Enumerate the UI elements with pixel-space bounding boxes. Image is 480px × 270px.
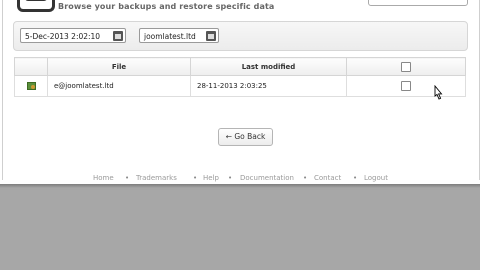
- calendar-icon[interactable]: [206, 31, 216, 41]
- table-header-row: File Last modified: [14, 57, 466, 76]
- footer-link-logout[interactable]: Logout: [364, 174, 388, 182]
- filter-toolbar: 5-Dec-2013 2:02:10 joomlatest.ltd: [13, 21, 468, 51]
- footer-separator-icon: •: [303, 174, 308, 182]
- page-content: Browse your backups and restore specific…: [0, 0, 480, 184]
- footer-link-home[interactable]: Home: [93, 174, 114, 182]
- footer-separator-icon: •: [228, 174, 233, 182]
- account-select-value: joomlatest.ltd: [144, 32, 196, 41]
- footer-link-help[interactable]: Help: [203, 174, 219, 182]
- app-logo-icon: [17, 0, 55, 12]
- select-all-checkbox[interactable]: [401, 61, 411, 72]
- column-header-icon: [14, 57, 48, 76]
- row-last-modified: 28-11-2013 2:03:25: [190, 75, 347, 97]
- account-select[interactable]: joomlatest.ltd: [139, 28, 219, 43]
- footer-link-contact[interactable]: Contact: [314, 174, 341, 182]
- row-checkbox[interactable]: [401, 81, 411, 91]
- page-bottom-shadow: [0, 184, 480, 188]
- footer-separator-icon: •: [353, 174, 358, 182]
- date-select-value: 5-Dec-2013 2:02:10: [25, 32, 101, 41]
- row-icon-cell: [14, 75, 48, 97]
- footer-nav: Home • Trademarks • Help • Documentation…: [0, 174, 480, 184]
- column-header-file: File: [47, 57, 191, 76]
- date-select[interactable]: 5-Dec-2013 2:02:10: [20, 28, 126, 43]
- row-checkbox-cell: [346, 75, 466, 97]
- footer-separator-icon: •: [193, 174, 198, 182]
- files-table: File Last modified e@joomlatest.ltd 28-1…: [14, 57, 466, 97]
- mouse-pointer-icon: [434, 85, 443, 100]
- footer-separator-icon: •: [125, 174, 130, 182]
- footer-link-trademarks[interactable]: Trademarks: [136, 174, 177, 182]
- table-row[interactable]: e@joomlatest.ltd 28-11-2013 2:03:25: [14, 75, 466, 97]
- column-header-last-modified: Last modified: [190, 57, 347, 76]
- go-back-button[interactable]: ← Go Back: [218, 128, 273, 146]
- footer-link-documentation[interactable]: Documentation: [240, 174, 294, 182]
- page-subtitle: Browse your backups and restore specific…: [58, 2, 275, 11]
- row-file-name[interactable]: e@joomlatest.ltd: [47, 75, 191, 97]
- mail-file-icon: [26, 81, 36, 90]
- top-search-input[interactable]: [368, 0, 468, 6]
- calendar-icon[interactable]: [113, 31, 123, 41]
- column-header-select-all: [346, 57, 466, 76]
